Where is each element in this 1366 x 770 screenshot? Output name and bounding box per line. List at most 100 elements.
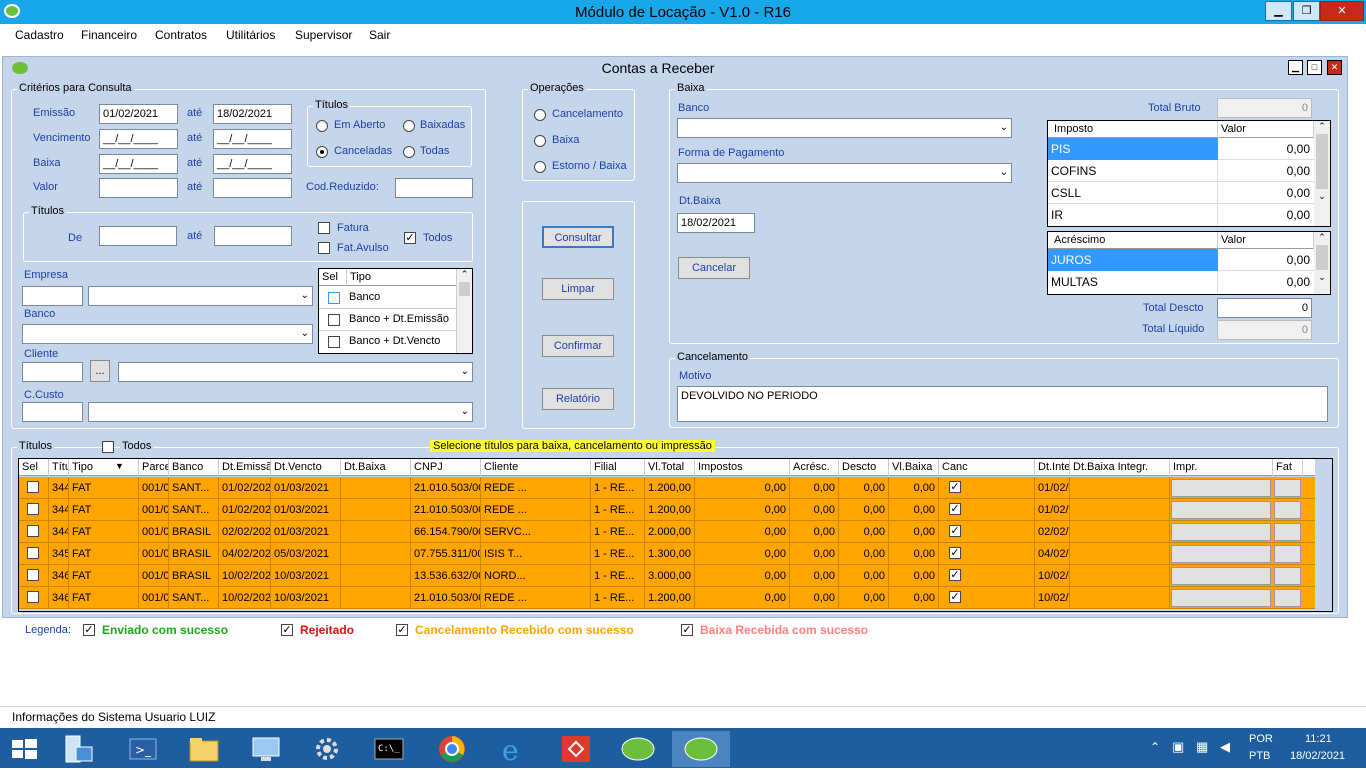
imposto-row[interactable]: PIS 0,00 <box>1048 138 1314 160</box>
fat-button[interactable] <box>1274 545 1301 563</box>
column-header-titulo[interactable]: Título <box>49 459 69 476</box>
column-header-banco[interactable]: Banco <box>169 459 219 476</box>
close-button[interactable]: ✕ <box>1320 1 1364 21</box>
imposto-value[interactable]: 0,00 <box>1218 138 1310 160</box>
tipo-checkbox[interactable] <box>328 336 340 348</box>
todas-radio[interactable] <box>403 146 415 158</box>
imposto-value[interactable]: 0,00 <box>1218 160 1310 182</box>
table-row[interactable]: 34638FAT001/001SANT...10/02/202110/03/20… <box>19 587 1315 609</box>
titulos-todos-checkbox[interactable] <box>102 441 114 453</box>
ccusto-code-input[interactable] <box>22 402 83 422</box>
tipo-row[interactable]: Banco <box>319 287 456 309</box>
fat-button[interactable] <box>1274 589 1301 607</box>
form-maximize-button[interactable]: □ <box>1307 60 1322 75</box>
empresa-code-input[interactable] <box>22 286 83 306</box>
legend-checkbox[interactable]: ✓ <box>83 624 95 636</box>
menu-cadastro[interactable]: Cadastro <box>15 28 64 42</box>
row-select-checkbox[interactable] <box>27 481 39 493</box>
menu-supervisor[interactable]: Supervisor <box>295 28 352 42</box>
column-header-dt-emissao[interactable]: Dt.Emissão <box>219 459 271 476</box>
canc-checkbox[interactable]: ✓ <box>949 569 961 581</box>
banco-select[interactable]: ⌄ <box>22 324 313 344</box>
imposto-row[interactable]: COFINS 0,00 <box>1048 160 1314 182</box>
imposto-value[interactable]: 0,00 <box>1218 204 1310 226</box>
form-minimize-button[interactable]: ▁ <box>1288 60 1303 75</box>
tipo-scrollbar[interactable]: ⌃ <box>456 269 472 353</box>
table-row[interactable]: 34630FAT001/001BRASIL10/02/202110/03/202… <box>19 565 1315 587</box>
start-button-windows-icon[interactable] <box>0 731 48 767</box>
baixa-radio[interactable] <box>534 135 546 147</box>
column-header-acresc[interactable]: Acrésc. <box>790 459 839 476</box>
volume-muted-icon[interactable]: ◀ <box>1220 739 1230 755</box>
impr-button[interactable] <box>1171 545 1271 563</box>
acrescimo-value[interactable]: 0,00 <box>1218 271 1310 293</box>
fat-button[interactable] <box>1274 567 1301 585</box>
settings-gear-icon[interactable] <box>305 731 353 767</box>
powershell-icon[interactable]: >_ <box>120 731 168 767</box>
fat-button[interactable] <box>1274 523 1301 541</box>
cliente-lookup-button[interactable]: ... <box>90 360 110 382</box>
file-explorer-icon[interactable] <box>180 731 228 767</box>
ccusto-select[interactable]: ⌄ <box>88 402 473 422</box>
row-select-checkbox[interactable] <box>27 503 39 515</box>
column-header-fat[interactable]: Fat <box>1273 459 1303 476</box>
column-header-filial[interactable]: Filial <box>591 459 645 476</box>
baixa-banco-select[interactable]: ⌄ <box>677 118 1012 138</box>
tray-arrow-icon[interactable]: ⌃ <box>1150 740 1160 754</box>
impr-button[interactable] <box>1171 523 1271 541</box>
legend-checkbox[interactable]: ✓ <box>396 624 408 636</box>
command-prompt-icon[interactable]: C:\_ <box>365 731 413 767</box>
cancelar-button[interactable]: Cancelar <box>678 257 750 279</box>
canc-checkbox[interactable]: ✓ <box>949 481 961 493</box>
cliente-select[interactable]: ⌄ <box>118 362 473 382</box>
table-row[interactable]: 34476FAT001/001SANT...01/02/202101/03/20… <box>19 499 1315 521</box>
column-header-impostos[interactable]: Impostos <box>695 459 790 476</box>
chrome-icon[interactable] <box>428 731 476 767</box>
fat-button[interactable] <box>1274 479 1301 497</box>
imposto-value[interactable]: 0,00 <box>1218 182 1310 204</box>
valor-to-input[interactable] <box>213 178 292 198</box>
network-alert-icon[interactable]: ▣ <box>1172 739 1184 755</box>
emissao-to-input[interactable]: 18/02/2021 <box>213 104 292 124</box>
impr-button[interactable] <box>1171 501 1271 519</box>
table-row[interactable]: 34497FAT001/001BRASIL02/02/202101/03/202… <box>19 521 1315 543</box>
confirmar-button[interactable]: Confirmar <box>542 335 614 357</box>
column-header-dt-baixa-integr[interactable]: Dt.Baixa Integr. <box>1070 459 1170 476</box>
acrescimos-scrollbar[interactable]: ⌃ ⌄ <box>1314 232 1330 294</box>
cod-reduzido-input[interactable] <box>395 178 473 198</box>
active-app-taskbar-icon[interactable] <box>672 731 730 767</box>
remote-desktop-icon[interactable] <box>243 731 291 767</box>
anydesk-icon[interactable] <box>553 731 601 767</box>
menu-utilitarios[interactable]: Utilitários <box>226 28 275 42</box>
impostos-scrollbar[interactable]: ⌃ ⌄ <box>1314 121 1330 226</box>
dt-baixa-input[interactable]: 18/02/2021 <box>677 213 755 233</box>
tipo-row[interactable]: Banco + Dt.Vencto <box>319 331 456 353</box>
impr-button[interactable] <box>1171 567 1271 585</box>
column-header-impr[interactable]: Impr. <box>1170 459 1273 476</box>
cancelamento-radio[interactable] <box>534 109 546 121</box>
column-header-sel[interactable]: Sel <box>19 459 49 476</box>
row-select-checkbox[interactable] <box>27 591 39 603</box>
canceladas-radio[interactable] <box>316 146 328 158</box>
tipo-checkbox[interactable] <box>328 292 340 304</box>
titulo-ate-input[interactable] <box>214 226 292 246</box>
legend-checkbox[interactable]: ✓ <box>281 624 293 636</box>
fatura-checkbox[interactable] <box>318 222 330 234</box>
impr-button[interactable] <box>1171 589 1271 607</box>
todos-checkbox[interactable]: ✓ <box>404 232 416 244</box>
column-header-cnpj[interactable]: CNPJ <box>411 459 481 476</box>
table-row[interactable]: 34475FAT001/001SANT...01/02/202101/03/20… <box>19 477 1315 499</box>
baixadas-radio[interactable] <box>403 120 415 132</box>
titulo-de-input[interactable] <box>99 226 177 246</box>
em-aberto-radio[interactable] <box>316 120 328 132</box>
canc-checkbox[interactable]: ✓ <box>949 525 961 537</box>
acrescimo-row[interactable]: JUROS 0,00 <box>1048 249 1314 271</box>
valor-from-input[interactable] <box>99 178 178 198</box>
estorno-radio[interactable] <box>534 161 546 173</box>
canc-checkbox[interactable]: ✓ <box>949 503 961 515</box>
menu-contratos[interactable]: Contratos <box>155 28 207 42</box>
baixa-from-input[interactable]: __/__/____ <box>99 154 178 174</box>
acrescimo-row[interactable]: MULTAS 0,00 <box>1048 271 1314 293</box>
table-row[interactable]: 34577FAT001/001BRASIL04/02/202105/03/202… <box>19 543 1315 565</box>
maximize-button[interactable]: ❐ <box>1293 1 1320 21</box>
